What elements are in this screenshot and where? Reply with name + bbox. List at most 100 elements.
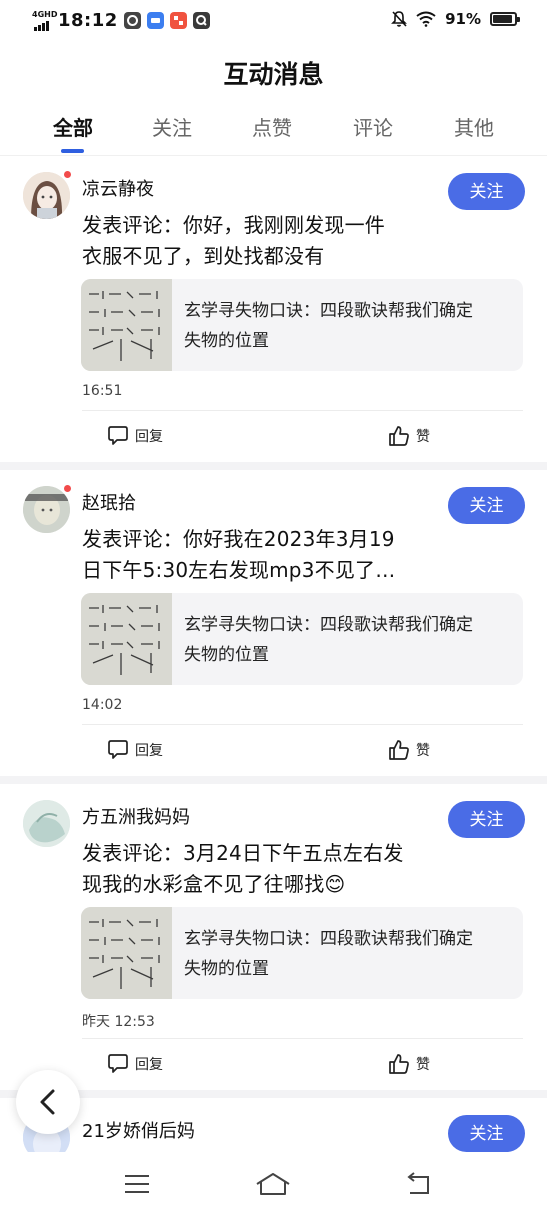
divider xyxy=(82,1038,523,1039)
comment-line: 日下午5:30左右发现mp3不见了… xyxy=(82,558,396,582)
chevron-left-icon xyxy=(40,1089,55,1115)
reply-label: 回复 xyxy=(135,1056,163,1073)
article-preview[interactable]: 玄学寻失物口诀：四段歌诀帮我们确定 失物的位置 xyxy=(81,279,523,371)
home-icon xyxy=(256,1173,290,1195)
username[interactable]: 赵珉拾 xyxy=(82,489,136,515)
menu-nav-button[interactable] xyxy=(117,1166,157,1202)
comment-bubble-icon xyxy=(108,740,128,759)
divider xyxy=(82,724,523,725)
battery-percent: 91% xyxy=(445,10,481,28)
mute-icon xyxy=(391,11,408,27)
status-right: 91% xyxy=(391,10,520,28)
reply-label: 回复 xyxy=(135,428,163,445)
menu-icon xyxy=(125,1175,149,1193)
like-button[interactable]: 赞 xyxy=(388,739,430,761)
system-nav-bar xyxy=(0,1152,547,1216)
avatar[interactable] xyxy=(23,800,70,847)
username[interactable]: 方五洲我妈妈 xyxy=(82,803,190,829)
battery-icon xyxy=(490,12,520,26)
comment-text[interactable]: 发表评论：你好，我刚刚发现一件 衣服不见了，到处找都没有 xyxy=(82,210,482,272)
section-gap xyxy=(0,776,547,784)
unread-dot xyxy=(63,484,72,493)
article-title-line: 失物的位置 xyxy=(184,331,269,351)
follow-button[interactable]: 关注 xyxy=(448,173,525,210)
comment-text[interactable]: 发表评论：3月24日下午五点左右发 现我的水彩盒不见了往哪找😊 xyxy=(82,838,482,900)
tab-following[interactable]: 关注 xyxy=(132,112,212,141)
message-card: 方五洲我妈妈 关注 发表评论：3月24日下午五点左右发 现我的水彩盒不见了往哪找… xyxy=(0,784,547,1090)
network-type: 4GHD xyxy=(32,9,58,19)
article-title: 玄学寻失物口诀：四段歌诀帮我们确定 失物的位置 xyxy=(184,924,520,984)
comment-line: 发表评论：3月24日下午五点左右发 xyxy=(82,841,404,865)
reply-button[interactable]: 回复 xyxy=(107,1053,163,1074)
article-title-line: 玄学寻失物口诀：四段歌诀帮我们确定 xyxy=(184,929,473,949)
article-title-line: 失物的位置 xyxy=(184,645,269,665)
message-card: 凉云静夜 关注 发表评论：你好，我刚刚发现一件 衣服不见了，到处找都没有 玄学寻… xyxy=(0,156,547,462)
follow-button[interactable]: 关注 xyxy=(448,487,525,524)
section-gap xyxy=(0,462,547,470)
app-icon-1 xyxy=(123,12,141,29)
message-card: 赵珉拾 关注 发表评论：你好我在2023年3月19 日下午5:30左右发现mp3… xyxy=(0,470,547,776)
comment-line: 衣服不见了，到处找都没有 xyxy=(82,244,325,268)
comment-bubble-icon xyxy=(108,1054,128,1073)
article-preview[interactable]: 玄学寻失物口诀：四段歌诀帮我们确定 失物的位置 xyxy=(81,593,523,685)
tab-other[interactable]: 其他 xyxy=(434,112,514,141)
comment-line: 现我的水彩盒不见了往哪找😊 xyxy=(82,872,346,896)
tab-bar: 全部 关注 点赞 评论 其他 xyxy=(0,112,547,152)
article-thumbnail xyxy=(81,593,172,685)
timestamp: 昨天 12:53 xyxy=(82,1014,155,1030)
divider xyxy=(82,410,523,411)
tab-all[interactable]: 全部 xyxy=(33,112,113,141)
clock: 18:12 xyxy=(58,10,118,31)
thumbs-up-icon xyxy=(389,1054,409,1074)
username[interactable]: 21岁娇俏后妈 xyxy=(82,1117,195,1143)
unread-dot xyxy=(63,170,72,179)
comment-text[interactable]: 发表评论：你好我在2023年3月19 日下午5:30左右发现mp3不见了… xyxy=(82,524,482,586)
reply-label: 回复 xyxy=(135,742,163,759)
like-label: 赞 xyxy=(416,429,430,445)
like-button[interactable]: 赞 xyxy=(388,425,430,447)
back-nav-button[interactable] xyxy=(397,1166,437,1202)
section-gap xyxy=(0,1090,547,1098)
status-left: 4GHD 18:12 xyxy=(30,10,210,31)
comment-bubble-icon xyxy=(108,426,128,445)
thumbs-up-icon xyxy=(389,740,409,760)
avatar[interactable] xyxy=(23,486,70,533)
avatar[interactable] xyxy=(23,172,70,219)
reply-button[interactable]: 回复 xyxy=(107,739,163,760)
app-icon-4 xyxy=(192,12,210,29)
comment-line: 发表评论：你好我在2023年3月19 xyxy=(82,527,395,551)
follow-button[interactable]: 关注 xyxy=(448,801,525,838)
thumbs-up-icon xyxy=(389,426,409,446)
article-title-line: 玄学寻失物口诀：四段歌诀帮我们确定 xyxy=(184,301,473,321)
status-bar: 4GHD 18:12 91% xyxy=(0,0,547,40)
like-label: 赞 xyxy=(416,743,430,759)
follow-button[interactable]: 关注 xyxy=(448,1115,525,1152)
message-card: 21岁娇俏后妈 关注 xyxy=(0,1098,547,1152)
wifi-icon xyxy=(416,11,436,27)
username[interactable]: 凉云静夜 xyxy=(82,175,154,201)
back-button[interactable] xyxy=(16,1070,80,1134)
return-icon xyxy=(407,1172,429,1194)
article-preview[interactable]: 玄学寻失物口诀：四段歌诀帮我们确定 失物的位置 xyxy=(81,907,523,999)
app-icon-2 xyxy=(146,12,164,29)
reply-button[interactable]: 回复 xyxy=(107,425,163,446)
article-thumbnail xyxy=(81,279,172,371)
article-title: 玄学寻失物口诀：四段歌诀帮我们确定 失物的位置 xyxy=(184,296,520,356)
like-button[interactable]: 赞 xyxy=(388,1053,430,1075)
comment-line: 发表评论：你好，我刚刚发现一件 xyxy=(82,213,385,237)
article-title-line: 失物的位置 xyxy=(184,959,269,979)
tab-likes[interactable]: 点赞 xyxy=(232,112,312,141)
article-thumbnail xyxy=(81,907,172,999)
home-nav-button[interactable] xyxy=(253,1166,293,1202)
timestamp: 16:51 xyxy=(82,383,123,399)
like-label: 赞 xyxy=(416,1057,430,1073)
tab-indicator xyxy=(61,149,84,153)
article-title-line: 玄学寻失物口诀：四段歌诀帮我们确定 xyxy=(184,615,473,635)
timestamp: 14:02 xyxy=(82,697,123,713)
tab-comments[interactable]: 评论 xyxy=(333,112,413,141)
cellular-signal-icon: 4GHD xyxy=(30,10,57,31)
article-title: 玄学寻失物口诀：四段歌诀帮我们确定 失物的位置 xyxy=(184,610,520,670)
battery-fill xyxy=(493,15,512,23)
app-icon-3 xyxy=(169,12,187,29)
page-title: 互动消息 xyxy=(223,60,324,89)
